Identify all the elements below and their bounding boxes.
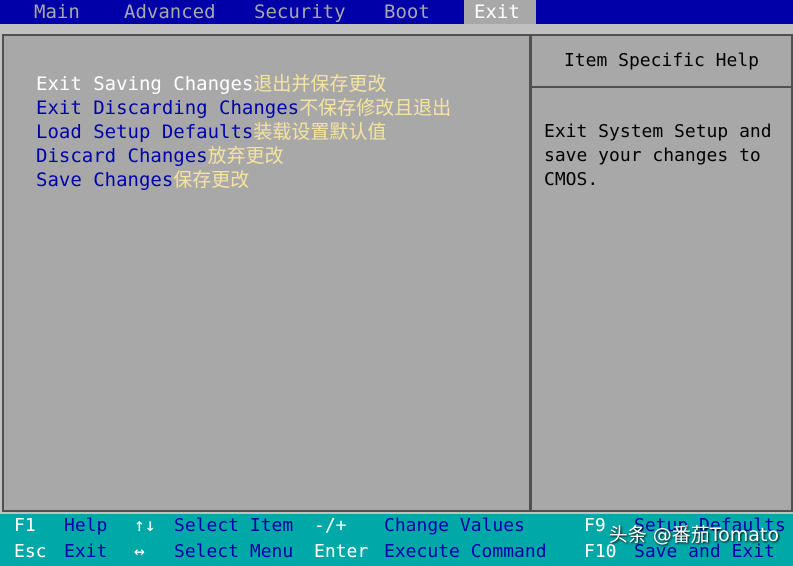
key-esc: Esc	[14, 541, 47, 562]
menu-item-load-setup-defaults[interactable]: Load Setup Defaults装载设置默认值	[36, 120, 386, 144]
help-panel: Item Specific Help Exit System Setup and…	[530, 34, 793, 512]
menu-item-annotation: 放弃更改	[207, 145, 284, 167]
bios-screen: Main Advanced Security Boot Exit Exit Sa…	[0, 0, 793, 566]
watermark: 头条 @番茄Tomato	[608, 524, 779, 546]
menu-item-exit-discarding-changes[interactable]: Exit Discarding Changes不保存修改且退出	[36, 96, 451, 120]
tab-exit[interactable]: Exit	[464, 0, 536, 24]
tab-security[interactable]: Security	[254, 0, 346, 24]
menu-item-exit-saving-changes[interactable]: Exit Saving Changes退出并保存更改	[36, 72, 386, 96]
tab-main[interactable]: Main	[34, 0, 80, 24]
menu-item-annotation: 保存更改	[173, 169, 250, 191]
tab-boot[interactable]: Boot	[384, 0, 430, 24]
key-left-right-desc: Select Menu	[174, 541, 294, 562]
menu-item-label: Save Changes	[36, 169, 174, 191]
tab-advanced[interactable]: Advanced	[124, 0, 216, 24]
key-enter-desc: Execute Command	[384, 541, 547, 562]
menu-item-label: Exit Saving Changes	[36, 73, 254, 95]
menu-item-annotation: 不保存修改且退出	[299, 97, 452, 119]
menu-item-annotation: 装载设置默认值	[253, 121, 387, 143]
key-up-down-arrows: ↑↓	[134, 515, 156, 536]
key-up-down-desc: Select Item	[174, 515, 294, 536]
menu-item-annotation: 退出并保存更改	[253, 73, 387, 95]
key-f9: F9	[584, 515, 606, 536]
key-minus-plus-desc: Change Values	[384, 515, 525, 536]
key-enter: Enter	[314, 541, 369, 562]
menu-item-save-changes[interactable]: Save Changes保存更改	[36, 168, 249, 192]
help-title: Item Specific Help	[532, 36, 791, 88]
menu-item-label: Load Setup Defaults	[36, 121, 254, 143]
key-minus-plus: -/+	[314, 515, 347, 536]
key-f1: F1	[14, 515, 36, 536]
help-text: Exit System Setup and save your changes …	[544, 121, 772, 190]
menu-bar: Main Advanced Security Boot Exit	[0, 0, 793, 24]
body-area: Exit Saving Changes退出并保存更改 Exit Discardi…	[0, 24, 793, 514]
key-esc-desc: Exit	[64, 541, 108, 562]
menu-item-discard-changes[interactable]: Discard Changes放弃更改	[36, 144, 284, 168]
menu-item-label: Discard Changes	[36, 145, 208, 167]
menu-item-label: Exit Discarding Changes	[36, 97, 300, 119]
key-f1-desc: Help	[64, 515, 108, 536]
key-left-right-arrows: ↔	[134, 541, 145, 562]
exit-options-panel: Exit Saving Changes退出并保存更改 Exit Discardi…	[2, 34, 531, 512]
